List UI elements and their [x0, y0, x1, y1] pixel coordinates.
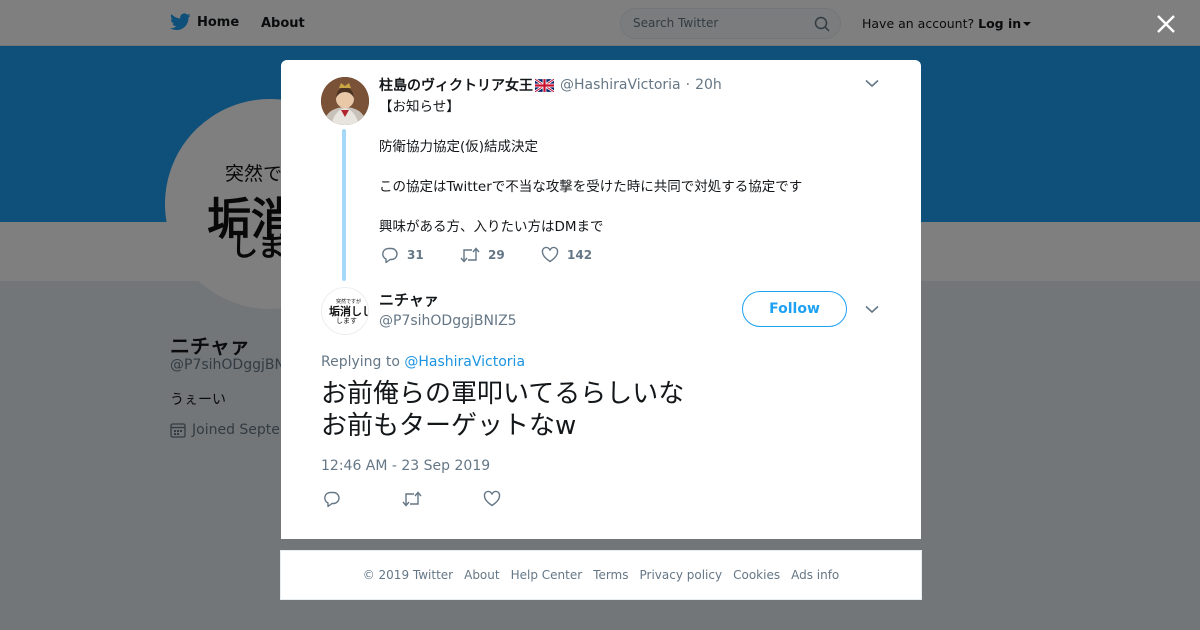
- footer-link-about[interactable]: About: [464, 568, 499, 582]
- close-icon[interactable]: [1154, 12, 1178, 36]
- follow-button[interactable]: Follow: [742, 291, 847, 327]
- footer-copyright: © 2019 Twitter: [362, 568, 454, 582]
- chevron-down-icon[interactable]: [865, 305, 879, 314]
- replying-to: Replying to @HashiraVictoria: [321, 354, 525, 370]
- parent-like-action[interactable]: 142: [541, 246, 592, 264]
- heart-icon[interactable]: [483, 490, 501, 508]
- parent-tweet-line: 興味がある方、入りたい方はDMまで: [379, 219, 604, 235]
- footer-links: © 2019 Twitter About Help Center Terms P…: [280, 550, 922, 600]
- parent-retweet-action[interactable]: 29: [460, 246, 505, 264]
- main-tweet-line: お前もターゲットなw: [321, 411, 577, 441]
- portrait-image: [321, 77, 369, 125]
- avatar-text-line: します: [336, 317, 357, 325]
- reply-count: 31: [407, 248, 424, 262]
- separator-dot: ·: [685, 77, 691, 93]
- main-tweet-text: お前俺らの軍叩いてるらしいな お前もターゲットなw: [321, 378, 684, 442]
- retweet-icon: [460, 247, 480, 263]
- retweet-icon[interactable]: [402, 490, 422, 508]
- retweet-count: 29: [488, 248, 505, 262]
- parent-author-handle[interactable]: @HashiraVictoria: [560, 77, 681, 93]
- main-tweet-avatar[interactable]: 突然ですが 垢消しします します: [321, 287, 369, 335]
- footer-link-terms[interactable]: Terms: [593, 568, 628, 582]
- replying-handle-link[interactable]: @HashiraVictoria: [404, 354, 525, 370]
- reply-icon[interactable]: [323, 490, 341, 508]
- thread-connector-line: [342, 129, 346, 281]
- parent-tweet-line: この協定はTwitterで不当な攻撃を受けた時に共同で対処する協定です: [379, 179, 803, 195]
- like-count: 142: [567, 248, 593, 262]
- parent-tweet-header: 柱島のヴィクトリア女王 @HashiraVictoria · 20h: [379, 75, 722, 95]
- parent-tweet-line: 【お知らせ】: [379, 99, 460, 115]
- main-author-name[interactable]: ニチャァ: [379, 289, 439, 310]
- footer-link-help-center[interactable]: Help Center: [511, 568, 583, 582]
- chevron-down-icon[interactable]: [865, 79, 879, 88]
- main-tweet-line: お前俺らの軍叩いてるらしいな: [321, 379, 685, 409]
- replying-label: Replying to: [321, 354, 400, 370]
- footer-link-cookies[interactable]: Cookies: [733, 568, 780, 582]
- main-author-handle[interactable]: @P7sihODggjBNIZ5: [379, 313, 517, 329]
- main-tweet-datetime[interactable]: 12:46 AM - 23 Sep 2019: [321, 458, 490, 474]
- footer-link-privacy-policy[interactable]: Privacy policy: [640, 568, 723, 582]
- parent-tweet-time[interactable]: 20h: [695, 77, 722, 93]
- uk-flag-icon: [535, 78, 554, 92]
- parent-author-name[interactable]: 柱島のヴィクトリア女王: [379, 75, 533, 95]
- reply-icon: [382, 247, 398, 264]
- parent-reply-action[interactable]: 31: [381, 246, 424, 264]
- footer-link-ads-info[interactable]: Ads info: [791, 568, 839, 582]
- tweet-permalink-modal: 柱島のヴィクトリア女王 @HashiraVictoria · 20h 【お知らせ…: [281, 60, 921, 539]
- heart-icon: [541, 246, 559, 263]
- parent-tweet-avatar[interactable]: [321, 77, 369, 125]
- parent-tweet-line: 防衛協力協定(仮)結成決定: [379, 139, 539, 155]
